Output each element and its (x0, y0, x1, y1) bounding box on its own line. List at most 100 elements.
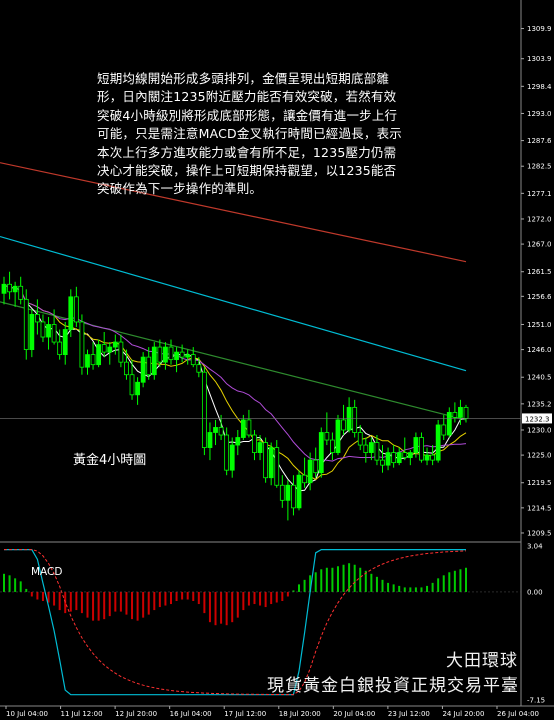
candle (263, 437, 269, 483)
candle-body (402, 452, 408, 459)
price-tick-label: 1261.5 (527, 268, 552, 276)
commentary-line: 短期均線開始形成多頭排列，金價呈現出短期底部雛 (97, 71, 390, 86)
macd-tick-label: 0.00 (527, 588, 543, 596)
candle-body (430, 454, 436, 461)
candle-body (341, 419, 346, 431)
candle-body (157, 346, 163, 363)
price-tick-label: 1309.9 (527, 25, 552, 33)
candle-body (224, 434, 230, 471)
candle (140, 352, 146, 388)
candle-body (363, 444, 369, 453)
candle-body (79, 321, 85, 368)
price-tick-label: 1214.5 (527, 504, 552, 512)
candle-body (274, 447, 280, 486)
candle-body (313, 459, 319, 474)
candle-body (352, 406, 358, 433)
candle (79, 314, 85, 375)
price-tick-label: 1267.0 (527, 241, 552, 249)
candle (68, 289, 74, 338)
time-tick-label: 16 Jul 04:00 (170, 710, 212, 718)
candle-body (385, 452, 391, 466)
price-tick-label: 1240.5 (527, 374, 552, 382)
time-tick-label: 24 Jul 20:00 (442, 710, 484, 718)
candle-body (330, 439, 335, 453)
candle-body (424, 454, 430, 461)
candle (151, 342, 157, 380)
candle-body (201, 371, 207, 448)
candle-body (73, 296, 79, 323)
price-tick-label: 1303.9 (527, 55, 552, 63)
candle-body (279, 484, 285, 501)
candle-body (107, 346, 113, 353)
macd-label: MACD (31, 566, 63, 578)
price-tick-label: 1272.0 (527, 215, 552, 223)
price-tick-label: 1246.0 (527, 346, 552, 354)
candle-body (324, 432, 330, 441)
candle-body (135, 381, 140, 396)
candle-body (163, 346, 168, 363)
candle-body (335, 419, 341, 453)
candle-body (190, 354, 196, 366)
price-tick-label: 1225.0 (527, 452, 552, 460)
candle-body (380, 459, 385, 466)
price-tick-label: 1298.4 (527, 83, 552, 91)
candle-body (118, 341, 124, 363)
commentary-line: 形，日內關注1235附近壓力能否有效突破，若然有效 (97, 89, 397, 105)
candle (29, 309, 35, 358)
price-tick-label: 1230.0 (527, 426, 552, 434)
price-tick-label: 1287.6 (527, 137, 552, 145)
candle-body (151, 346, 157, 376)
brand-slogan: 現貨黃金白銀投資正規交易平臺 (267, 676, 519, 696)
candle-body (96, 344, 102, 366)
candle-body (85, 354, 90, 368)
commentary-line: 突破作為下一步操作的準則。 (97, 181, 263, 197)
candle-body (40, 321, 46, 338)
candle-body (7, 283, 12, 293)
commentary-line: 本次上行多方進攻能力或會有所不足，1235壓力仍需 (97, 144, 397, 160)
candle-body (229, 444, 235, 471)
time-tick-label: 23 Jul 12:00 (388, 710, 430, 718)
candle-body (407, 452, 413, 459)
candle (224, 427, 230, 476)
candle-body (419, 437, 424, 461)
candle-body (51, 324, 57, 343)
candle-body (196, 364, 202, 373)
candle-body (101, 344, 107, 353)
price-tick-label: 1282.5 (527, 163, 552, 171)
candle-body (57, 341, 63, 356)
candle-body (257, 442, 263, 453)
candle-body (140, 356, 146, 383)
time-tick-label: 10 Jul 04:00 (6, 710, 48, 718)
chart-timeframe-label: 黃金4小時圖 (73, 453, 147, 468)
candle (274, 440, 280, 488)
time-tick-label: 17 Jul 12:00 (224, 710, 266, 718)
candle-body (413, 437, 419, 453)
candle-body (263, 442, 269, 479)
price-tick-label: 1219.5 (527, 479, 552, 487)
time-tick-label: 20 Jul 04:00 (333, 710, 375, 718)
candle-body (68, 296, 74, 330)
time-tick-label: 12 Jul 20:00 (115, 710, 157, 718)
candle-body (302, 474, 307, 484)
candle-body (124, 361, 129, 376)
candle-body (435, 424, 441, 461)
candle-body (90, 354, 96, 366)
time-tick-label: 18 Jul 20:00 (279, 710, 321, 718)
commentary-line: 决心才能突破，操作上可短期保持觀望，以1235能否 (97, 163, 397, 179)
candle-body (446, 411, 452, 436)
candle-body (1, 283, 7, 294)
candle-body (240, 419, 246, 438)
candle-body (296, 474, 302, 509)
candle-body (235, 437, 241, 446)
candle (296, 470, 302, 511)
candle-body (318, 432, 324, 474)
candle-body (168, 346, 174, 361)
candle-body (179, 351, 185, 358)
analysis-commentary: 短期均線開始形成多頭排列，金價呈現出短期底部雛 形，日內關注1235附近壓力能否… (97, 70, 437, 199)
candle-body (218, 427, 224, 436)
price-tick-label: 1209.5 (527, 529, 552, 537)
time-tick-label: 11 Jul 12:00 (61, 710, 103, 718)
candle-body (213, 427, 218, 433)
candle-body (368, 442, 374, 453)
candle-body (46, 324, 51, 338)
